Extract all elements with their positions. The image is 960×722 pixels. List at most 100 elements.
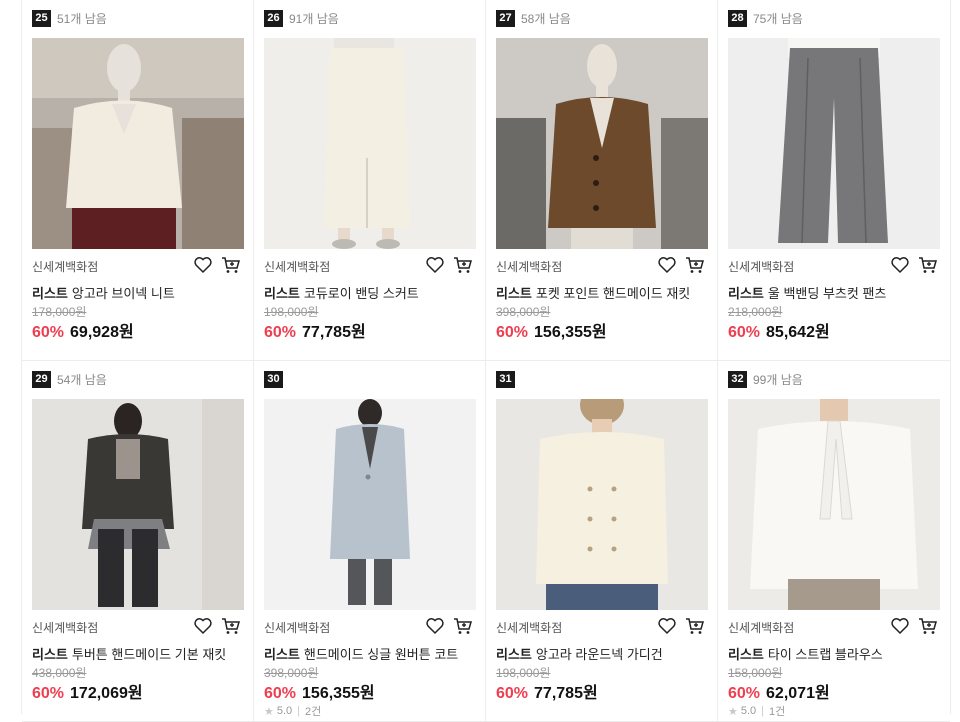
product-name: 포켓 포인트 핸드메이드 재킷 — [535, 286, 691, 301]
review-count: 1건 — [769, 706, 786, 718]
rank-badge: 30 — [264, 371, 283, 388]
store-name: 신세계백화점 — [32, 621, 99, 635]
star-icon: ★ — [728, 705, 738, 718]
heart-icon[interactable] — [657, 616, 677, 636]
product-title[interactable]: 리스트 투버튼 핸드메이드 기본 재킷 — [32, 644, 244, 663]
cart-icon[interactable] — [685, 255, 705, 275]
brand-name: 리스트 — [264, 647, 300, 662]
store-name: 신세계백화점 — [728, 621, 795, 635]
rank-badge: 31 — [496, 371, 515, 388]
product-card[interactable]: 28 75개 남음 신세계백화점 리스트 울 백밴딩 부츠컷 팬츠 218,000원… — [718, 0, 950, 361]
product-image[interactable] — [264, 399, 476, 610]
discount-rate: 60% — [32, 685, 65, 702]
product-name: 앙고라 라운드넥 가디건 — [535, 647, 663, 662]
product-name: 핸드메이드 싱글 원버튼 코트 — [303, 647, 459, 662]
store-name: 신세계백화점 — [496, 621, 563, 635]
cart-icon[interactable] — [221, 616, 241, 636]
product-image[interactable] — [32, 399, 244, 610]
star-icon: ★ — [264, 705, 274, 718]
cart-icon[interactable] — [918, 255, 938, 275]
discount-rate: 60% — [728, 324, 761, 341]
stock-remaining: 91개 남음 — [289, 12, 339, 26]
product-title[interactable]: 리스트 핸드메이드 싱글 원버튼 코트 — [264, 644, 476, 663]
cart-icon[interactable] — [918, 616, 938, 636]
product-name: 투버튼 핸드메이드 기본 재킷 — [71, 647, 227, 662]
stock-remaining: 58개 남음 — [521, 12, 571, 26]
cart-icon[interactable] — [453, 255, 473, 275]
store-name: 신세계백화점 — [496, 260, 563, 274]
discount-rate: 60% — [264, 324, 297, 341]
product-image[interactable] — [496, 38, 708, 249]
rank-badge: 27 — [496, 10, 515, 27]
product-image[interactable] — [264, 38, 476, 249]
rank-badge: 26 — [264, 10, 283, 27]
heart-icon[interactable] — [657, 255, 677, 275]
rank-badge: 29 — [32, 371, 51, 388]
product-name: 코듀로이 밴딩 스커트 — [303, 286, 419, 301]
store-name: 신세계백화점 — [264, 260, 331, 274]
sale-price: 77,785원 — [534, 685, 598, 702]
stock-remaining: 99개 남음 — [753, 373, 803, 387]
divider: | — [761, 705, 765, 717]
sale-price: 156,355원 — [302, 685, 375, 702]
product-image[interactable] — [496, 399, 708, 610]
brand-name: 리스트 — [32, 647, 68, 662]
product-title[interactable]: 리스트 울 백밴딩 부츠컷 팬츠 — [728, 283, 940, 302]
product-grid: 25 51개 남음 신세계백화점 리스트 앙고라 브이넥 니트 178,000원 6… — [21, 0, 951, 722]
store-name: 신세계백화점 — [264, 621, 331, 635]
product-card[interactable]: 29 54개 남음 신세계백화점 리스트 투버튼 핸드메이드 기본 재킷 438,0… — [22, 361, 254, 722]
sale-price: 172,069원 — [70, 685, 143, 702]
brand-name: 리스트 — [728, 286, 764, 301]
divider: | — [297, 705, 301, 717]
cart-icon[interactable] — [453, 616, 473, 636]
rating: ★ 5.0 | 2건 — [264, 703, 321, 719]
discount-rate: 60% — [32, 324, 65, 341]
store-name: 신세계백화점 — [32, 260, 99, 274]
product-image[interactable] — [728, 399, 940, 610]
rank-badge: 28 — [728, 10, 747, 27]
heart-icon[interactable] — [425, 255, 445, 275]
brand-name: 리스트 — [496, 286, 532, 301]
discount-rate: 60% — [728, 685, 761, 702]
product-name: 앙고라 브이넥 니트 — [71, 286, 175, 301]
product-title[interactable]: 리스트 코듀로이 밴딩 스커트 — [264, 283, 476, 302]
stock-remaining: 54개 남음 — [57, 373, 107, 387]
heart-icon[interactable] — [890, 255, 910, 275]
rating-score: 5.0 — [740, 705, 757, 717]
product-title[interactable]: 리스트 포켓 포인트 핸드메이드 재킷 — [496, 283, 708, 302]
discount-rate: 60% — [496, 685, 529, 702]
heart-icon[interactable] — [425, 616, 445, 636]
product-card[interactable]: 31 신세계백화점 리스트 앙고라 라운드넥 가디건 198,000원 60% 77… — [486, 361, 718, 722]
product-card[interactable]: 26 91개 남음 신세계백화점 리스트 코듀로이 밴딩 스커트 198,000원 … — [254, 0, 486, 361]
review-count: 2건 — [305, 706, 322, 718]
sale-price: 77,785원 — [302, 324, 366, 341]
rating-score: 5.0 — [276, 705, 293, 717]
sale-price: 62,071원 — [766, 685, 830, 702]
product-title[interactable]: 리스트 앙고라 브이넥 니트 — [32, 283, 244, 302]
product-image[interactable] — [728, 38, 940, 249]
product-card[interactable]: 25 51개 남음 신세계백화점 리스트 앙고라 브이넥 니트 178,000원 6… — [22, 0, 254, 361]
cart-icon[interactable] — [685, 616, 705, 636]
product-name: 울 백밴딩 부츠컷 팬츠 — [767, 286, 887, 301]
sale-price: 156,355원 — [534, 324, 607, 341]
product-card[interactable]: 32 99개 남음 신세계백화점 리스트 타이 스트랩 블라우스 158,000원 … — [718, 361, 950, 722]
brand-name: 리스트 — [264, 286, 300, 301]
heart-icon[interactable] — [193, 255, 213, 275]
product-name: 타이 스트랩 블라우스 — [767, 647, 883, 662]
rank-badge: 32 — [728, 371, 747, 388]
rank-badge: 25 — [32, 10, 51, 27]
brand-name: 리스트 — [32, 286, 68, 301]
discount-rate: 60% — [264, 685, 297, 702]
sale-price: 85,642원 — [766, 324, 830, 341]
product-card[interactable]: 27 58개 남음 신세계백화점 리스트 포켓 포인트 핸드메이드 재킷 398,0… — [486, 0, 718, 361]
sale-price: 69,928원 — [70, 324, 134, 341]
store-name: 신세계백화점 — [728, 260, 795, 274]
heart-icon[interactable] — [193, 616, 213, 636]
product-card[interactable]: 30 신세계백화점 리스트 핸드메이드 싱글 원버튼 코트 398,000원 60… — [254, 361, 486, 722]
product-title[interactable]: 리스트 타이 스트랩 블라우스 — [728, 644, 940, 663]
stock-remaining: 51개 남음 — [57, 12, 107, 26]
heart-icon[interactable] — [890, 616, 910, 636]
product-title[interactable]: 리스트 앙고라 라운드넥 가디건 — [496, 644, 708, 663]
cart-icon[interactable] — [221, 255, 241, 275]
product-image[interactable] — [32, 38, 244, 249]
